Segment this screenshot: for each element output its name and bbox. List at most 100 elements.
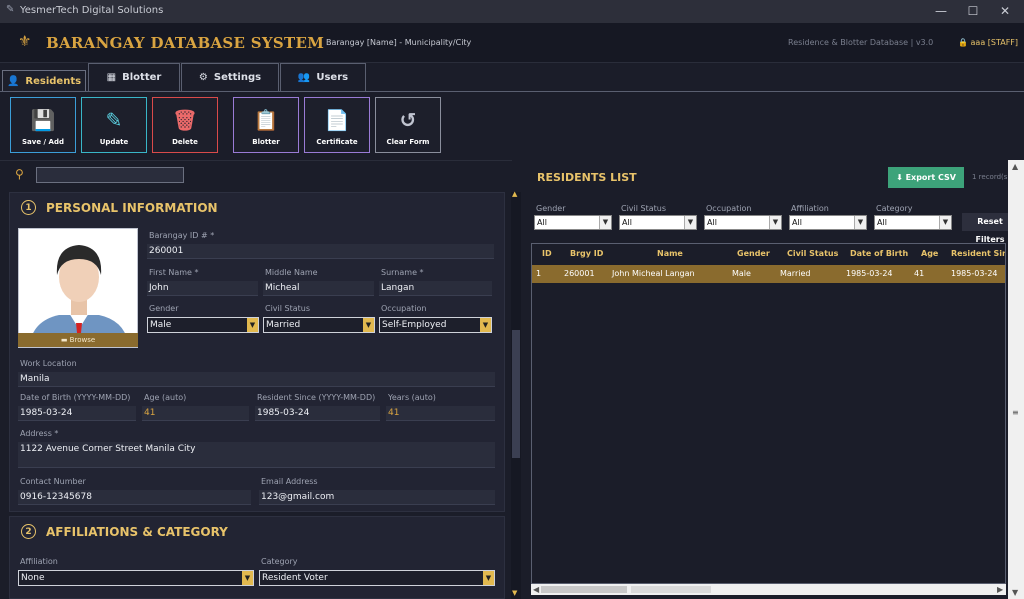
column-header[interactable]: Name — [657, 249, 683, 258]
resident-since-field[interactable]: 1985-03-24 — [255, 406, 380, 421]
table-row[interactable]: 1 260001 John Micheal Langan Male Marrie… — [532, 265, 1005, 283]
age-field: 41 — [142, 406, 249, 421]
tab-residents[interactable]: 👤 Residents — [2, 70, 86, 92]
affiliation-filter-label: Affiliation — [791, 204, 829, 213]
location-label: Barangay [Name] - Municipality/City — [326, 38, 472, 47]
fleur-logo-icon: ⚜ — [18, 32, 32, 50]
column-header[interactable]: ID — [542, 249, 552, 258]
years-field: 41 — [386, 406, 495, 421]
maximize-button[interactable]: ☐ — [958, 2, 988, 20]
tab-label: Residents — [25, 76, 82, 87]
column-header[interactable]: Resident Since — [951, 249, 1005, 258]
column-header[interactable]: Brgy ID — [570, 249, 603, 258]
personal-info-heading: 1 PERSONAL INFORMATION — [21, 200, 218, 215]
civil-status-select[interactable]: Married ▼ — [263, 317, 375, 333]
civil-status-filter-select[interactable]: All ▼ — [619, 215, 697, 230]
table-cell: Married — [780, 269, 811, 278]
table-scrollbar-thumb[interactable] — [541, 586, 627, 593]
category-filter-select[interactable]: All ▼ — [874, 215, 952, 230]
scroll-left-icon[interactable]: ◀ — [533, 585, 539, 594]
occupation-select[interactable]: Self-Employed ▼ — [379, 317, 492, 333]
middle-name-field[interactable]: Micheal — [263, 281, 374, 296]
chevron-down-icon: ▼ — [599, 216, 611, 229]
column-header[interactable]: Civil Status — [787, 249, 838, 258]
email-field[interactable]: 123@gmail.com — [259, 490, 495, 505]
work-location-label: Work Location — [20, 359, 77, 368]
table-cell: 260001 — [564, 269, 595, 278]
resident-since-label: Resident Since (YYYY-MM-DD) — [257, 393, 376, 402]
clear-form-button[interactable]: ↺ Clear Form — [375, 97, 441, 153]
table-cell: Male — [732, 269, 751, 278]
contact-field[interactable]: 0916-12345678 — [18, 490, 251, 505]
section-number: 1 — [21, 200, 36, 215]
update-button[interactable]: ✎ Update — [81, 97, 147, 153]
user-badge[interactable]: 🔒 aaa [STAFF] — [958, 38, 1018, 47]
select-value: Married — [266, 320, 301, 330]
scroll-up-icon[interactable]: ▲ — [1012, 162, 1018, 171]
scroll-down-icon[interactable]: ▼ — [512, 589, 517, 597]
column-header[interactable]: Date of Birth — [850, 249, 908, 258]
user-icon: 👤 — [6, 76, 20, 87]
residents-list-title: RESIDENTS LIST — [537, 171, 637, 184]
form-scrollbar-thumb[interactable] — [512, 330, 520, 458]
filter-value: All — [622, 218, 632, 227]
scroll-down-icon[interactable]: ▼ — [1012, 588, 1018, 597]
affiliation-select[interactable]: None ▼ — [18, 570, 254, 586]
minimize-button[interactable]: — — [926, 2, 956, 20]
scroll-up-icon[interactable]: ▲ — [512, 190, 517, 198]
work-location-field[interactable]: Manila — [18, 372, 495, 387]
window-titlebar: ✎ YesmerTech Digital Solutions — ☐ ✕ — [0, 0, 1024, 23]
scroll-right-icon[interactable]: ▶ — [997, 585, 1003, 594]
clipboard-icon: 📋 — [253, 108, 279, 132]
category-filter-label: Category — [876, 204, 913, 213]
years-label: Years (auto) — [388, 393, 436, 402]
occupation-filter-label: Occupation — [706, 204, 752, 213]
tab-blotter[interactable]: ▦ Blotter — [88, 63, 180, 91]
affiliations-heading: 2 AFFILIATIONS & CATEGORY — [21, 524, 228, 539]
first-name-label: First Name * — [149, 268, 199, 277]
address-field[interactable]: 1122 Avenue Corner Street Manila City — [18, 442, 495, 468]
table-cell: 1985-03-24 — [846, 269, 893, 278]
table-scrollbar-track-segment — [631, 586, 711, 593]
surname-field[interactable]: Langan — [379, 281, 492, 296]
gender-filter-select[interactable]: All ▼ — [534, 215, 612, 230]
middle-name-label: Middle Name — [265, 268, 318, 277]
app-icon: ✎ — [6, 4, 15, 15]
version-label: Residence & Blotter Database | v3.0 — [788, 38, 934, 47]
barangay-id-field[interactable]: 260001 — [147, 244, 494, 259]
tab-settings[interactable]: ⚙ Settings — [181, 63, 279, 91]
floppy-icon: 💾 — [30, 108, 56, 132]
barangay-id-label: Barangay ID # * — [149, 231, 215, 240]
category-select[interactable]: Resident Voter ▼ — [259, 570, 495, 586]
avatar-icon — [19, 229, 137, 347]
search-input[interactable] — [36, 167, 184, 183]
delete-button[interactable]: 🗑 Delete — [152, 97, 218, 153]
blotter-button[interactable]: 📋 Blotter — [233, 97, 299, 153]
trash-icon: 🗑 — [172, 108, 198, 132]
column-header[interactable]: Gender — [737, 249, 770, 258]
affiliation-filter-select[interactable]: All ▼ — [789, 215, 867, 230]
certificate-button[interactable]: 📄 Certificate — [304, 97, 370, 153]
close-button[interactable]: ✕ — [990, 2, 1020, 20]
calendar-icon: ▦ — [106, 72, 117, 83]
first-name-field[interactable]: John — [147, 281, 258, 296]
save-add-button[interactable]: 💾 Save / Add — [10, 97, 76, 153]
filter-value: All — [537, 218, 547, 227]
scrollbar-grip-icon[interactable]: ≡ — [1012, 408, 1019, 417]
filter-value: All — [707, 218, 717, 227]
export-csv-button[interactable]: ⬇ Export CSV — [888, 167, 964, 188]
chevron-down-icon: ▼ — [854, 216, 866, 229]
select-value: Resident Voter — [262, 573, 328, 583]
window-scrollbar[interactable] — [1008, 160, 1024, 599]
tab-users[interactable]: 👥 Users — [280, 63, 366, 91]
chevron-down-icon: ▼ — [247, 318, 258, 332]
gear-icon: ⚙ — [198, 72, 208, 83]
search-icon: ⚲ — [15, 167, 24, 181]
tab-divider — [0, 91, 1024, 92]
dob-field[interactable]: 1985-03-24 — [18, 406, 136, 421]
occupation-filter-select[interactable]: All ▼ — [704, 215, 782, 230]
column-header[interactable]: Age — [921, 249, 938, 258]
button-label: Update — [99, 138, 129, 146]
gender-select[interactable]: Male ▼ — [147, 317, 259, 333]
browse-button[interactable]: ▬ Browse — [18, 333, 138, 347]
